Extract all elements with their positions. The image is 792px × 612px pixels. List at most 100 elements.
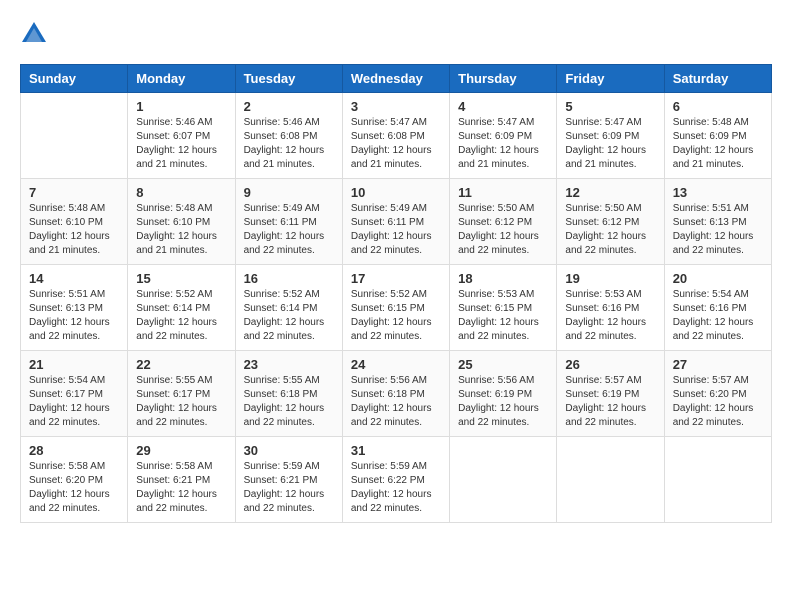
day-info: Sunrise: 5:53 AM Sunset: 6:15 PM Dayligh… [458, 288, 548, 344]
day-info: Sunrise: 5:48 AM Sunset: 6:10 PM Dayligh… [136, 202, 226, 258]
day-info: Sunrise: 5:55 AM Sunset: 6:18 PM Dayligh… [244, 374, 334, 430]
day-number: 2 [244, 99, 334, 114]
day-info: Sunrise: 5:56 AM Sunset: 6:18 PM Dayligh… [351, 374, 441, 430]
day-info: Sunrise: 5:57 AM Sunset: 6:20 PM Dayligh… [673, 374, 763, 430]
day-info: Sunrise: 5:46 AM Sunset: 6:08 PM Dayligh… [244, 116, 334, 172]
day-info: Sunrise: 5:47 AM Sunset: 6:09 PM Dayligh… [458, 116, 548, 172]
day-info: Sunrise: 5:49 AM Sunset: 6:11 PM Dayligh… [244, 202, 334, 258]
col-header-monday: Monday [128, 65, 235, 93]
day-number: 19 [565, 271, 655, 286]
calendar-header-row: SundayMondayTuesdayWednesdayThursdayFrid… [21, 65, 772, 93]
day-info: Sunrise: 5:53 AM Sunset: 6:16 PM Dayligh… [565, 288, 655, 344]
calendar-cell: 21Sunrise: 5:54 AM Sunset: 6:17 PM Dayli… [21, 351, 128, 437]
day-info: Sunrise: 5:56 AM Sunset: 6:19 PM Dayligh… [458, 374, 548, 430]
day-number: 30 [244, 443, 334, 458]
page-header [20, 20, 772, 48]
day-number: 31 [351, 443, 441, 458]
day-number: 6 [673, 99, 763, 114]
calendar-cell: 26 Sunrise: 5:57 AM Sunset: 6:19 PM Dayli… [557, 351, 664, 437]
calendar-cell [21, 93, 128, 179]
day-info: Sunrise: 5:58 AM Sunset: 6:20 PM Dayligh… [29, 460, 119, 516]
day-info: Sunrise: 5:49 AM Sunset: 6:11 PM Dayligh… [351, 202, 441, 258]
day-number: 11 [458, 185, 548, 200]
day-number: 8 [136, 185, 226, 200]
calendar-cell: 22 Sunrise: 5:55 AM Sunset: 6:17 PM Dayli… [128, 351, 235, 437]
calendar-cell: 11 Sunrise: 5:50 AM Sunset: 6:12 PM Dayli… [450, 179, 557, 265]
col-header-wednesday: Wednesday [342, 65, 449, 93]
day-info: Sunrise: 5:52 AM Sunset: 6:14 PM Dayligh… [136, 288, 226, 344]
calendar-cell: 25 Sunrise: 5:56 AM Sunset: 6:19 PM Dayli… [450, 351, 557, 437]
calendar-week-5: 28 Sunrise: 5:58 AM Sunset: 6:20 PM Dayli… [21, 437, 772, 523]
day-info: Sunrise: 5:48 AM Sunset: 6:10 PM Dayligh… [29, 202, 119, 258]
col-header-tuesday: Tuesday [235, 65, 342, 93]
calendar-cell [664, 437, 771, 523]
day-info: Sunrise: 5:59 AM Sunset: 6:22 PM Dayligh… [351, 460, 441, 516]
day-info: Sunrise: 5:51 AM Sunset: 6:13 PM Dayligh… [29, 288, 119, 344]
day-number: 1 [136, 99, 226, 114]
day-info: Sunrise: 5:55 AM Sunset: 6:17 PM Dayligh… [136, 374, 226, 430]
calendar-cell: 8 Sunrise: 5:48 AM Sunset: 6:10 PM Daylig… [128, 179, 235, 265]
logo-icon [20, 20, 48, 48]
day-info: Sunrise: 5:50 AM Sunset: 6:12 PM Dayligh… [565, 202, 655, 258]
day-number: 9 [244, 185, 334, 200]
day-number: 22 [136, 357, 226, 372]
day-number: 20 [673, 271, 763, 286]
calendar-cell: 15 Sunrise: 5:52 AM Sunset: 6:14 PM Dayli… [128, 265, 235, 351]
day-info: Sunrise: 5:52 AM Sunset: 6:14 PM Dayligh… [244, 288, 334, 344]
day-info: Sunrise: 5:57 AM Sunset: 6:19 PM Dayligh… [565, 374, 655, 430]
col-header-sunday: Sunday [21, 65, 128, 93]
calendar-cell: 4 Sunrise: 5:47 AM Sunset: 6:09 PM Daylig… [450, 93, 557, 179]
day-number: 4 [458, 99, 548, 114]
calendar-week-1: 1Sunrise: 5:46 AM Sunset: 6:07 PM Daylig… [21, 93, 772, 179]
calendar-cell: 31 Sunrise: 5:59 AM Sunset: 6:22 PM Dayli… [342, 437, 449, 523]
day-number: 24 [351, 357, 441, 372]
calendar-cell [557, 437, 664, 523]
calendar: SundayMondayTuesdayWednesdayThursdayFrid… [20, 64, 772, 523]
calendar-week-2: 7 Sunrise: 5:48 AM Sunset: 6:10 PM Daylig… [21, 179, 772, 265]
day-number: 7 [29, 185, 119, 200]
day-info: Sunrise: 5:47 AM Sunset: 6:09 PM Dayligh… [565, 116, 655, 172]
calendar-cell: 23Sunrise: 5:55 AM Sunset: 6:18 PM Dayli… [235, 351, 342, 437]
day-number: 21 [29, 357, 119, 372]
calendar-cell: 5 Sunrise: 5:47 AM Sunset: 6:09 PM Daylig… [557, 93, 664, 179]
day-number: 15 [136, 271, 226, 286]
day-number: 27 [673, 357, 763, 372]
day-number: 16 [244, 271, 334, 286]
calendar-cell: 17 Sunrise: 5:52 AM Sunset: 6:15 PM Dayli… [342, 265, 449, 351]
calendar-cell: 20 Sunrise: 5:54 AM Sunset: 6:16 PM Dayli… [664, 265, 771, 351]
calendar-cell: 1Sunrise: 5:46 AM Sunset: 6:07 PM Daylig… [128, 93, 235, 179]
day-number: 26 [565, 357, 655, 372]
day-number: 18 [458, 271, 548, 286]
calendar-cell [450, 437, 557, 523]
calendar-cell: 13 Sunrise: 5:51 AM Sunset: 6:13 PM Dayli… [664, 179, 771, 265]
day-number: 10 [351, 185, 441, 200]
day-number: 5 [565, 99, 655, 114]
day-info: Sunrise: 5:50 AM Sunset: 6:12 PM Dayligh… [458, 202, 548, 258]
day-number: 3 [351, 99, 441, 114]
calendar-week-4: 21Sunrise: 5:54 AM Sunset: 6:17 PM Dayli… [21, 351, 772, 437]
calendar-cell: 12Sunrise: 5:50 AM Sunset: 6:12 PM Dayli… [557, 179, 664, 265]
calendar-cell: 29 Sunrise: 5:58 AM Sunset: 6:21 PM Dayli… [128, 437, 235, 523]
calendar-cell: 19 Sunrise: 5:53 AM Sunset: 6:16 PM Dayli… [557, 265, 664, 351]
day-number: 14 [29, 271, 119, 286]
calendar-cell: 28 Sunrise: 5:58 AM Sunset: 6:20 PM Dayli… [21, 437, 128, 523]
day-number: 17 [351, 271, 441, 286]
day-number: 28 [29, 443, 119, 458]
day-number: 25 [458, 357, 548, 372]
col-header-saturday: Saturday [664, 65, 771, 93]
calendar-cell: 24 Sunrise: 5:56 AM Sunset: 6:18 PM Dayli… [342, 351, 449, 437]
day-number: 13 [673, 185, 763, 200]
calendar-cell: 9 Sunrise: 5:49 AM Sunset: 6:11 PM Daylig… [235, 179, 342, 265]
day-info: Sunrise: 5:58 AM Sunset: 6:21 PM Dayligh… [136, 460, 226, 516]
logo [20, 20, 52, 48]
calendar-cell: 14 Sunrise: 5:51 AM Sunset: 6:13 PM Dayli… [21, 265, 128, 351]
calendar-cell: 3Sunrise: 5:47 AM Sunset: 6:08 PM Daylig… [342, 93, 449, 179]
calendar-cell: 10 Sunrise: 5:49 AM Sunset: 6:11 PM Dayli… [342, 179, 449, 265]
col-header-friday: Friday [557, 65, 664, 93]
day-info: Sunrise: 5:52 AM Sunset: 6:15 PM Dayligh… [351, 288, 441, 344]
day-number: 29 [136, 443, 226, 458]
day-info: Sunrise: 5:54 AM Sunset: 6:16 PM Dayligh… [673, 288, 763, 344]
calendar-cell: 18 Sunrise: 5:53 AM Sunset: 6:15 PM Dayli… [450, 265, 557, 351]
day-info: Sunrise: 5:51 AM Sunset: 6:13 PM Dayligh… [673, 202, 763, 258]
calendar-cell: 16 Sunrise: 5:52 AM Sunset: 6:14 PM Dayli… [235, 265, 342, 351]
